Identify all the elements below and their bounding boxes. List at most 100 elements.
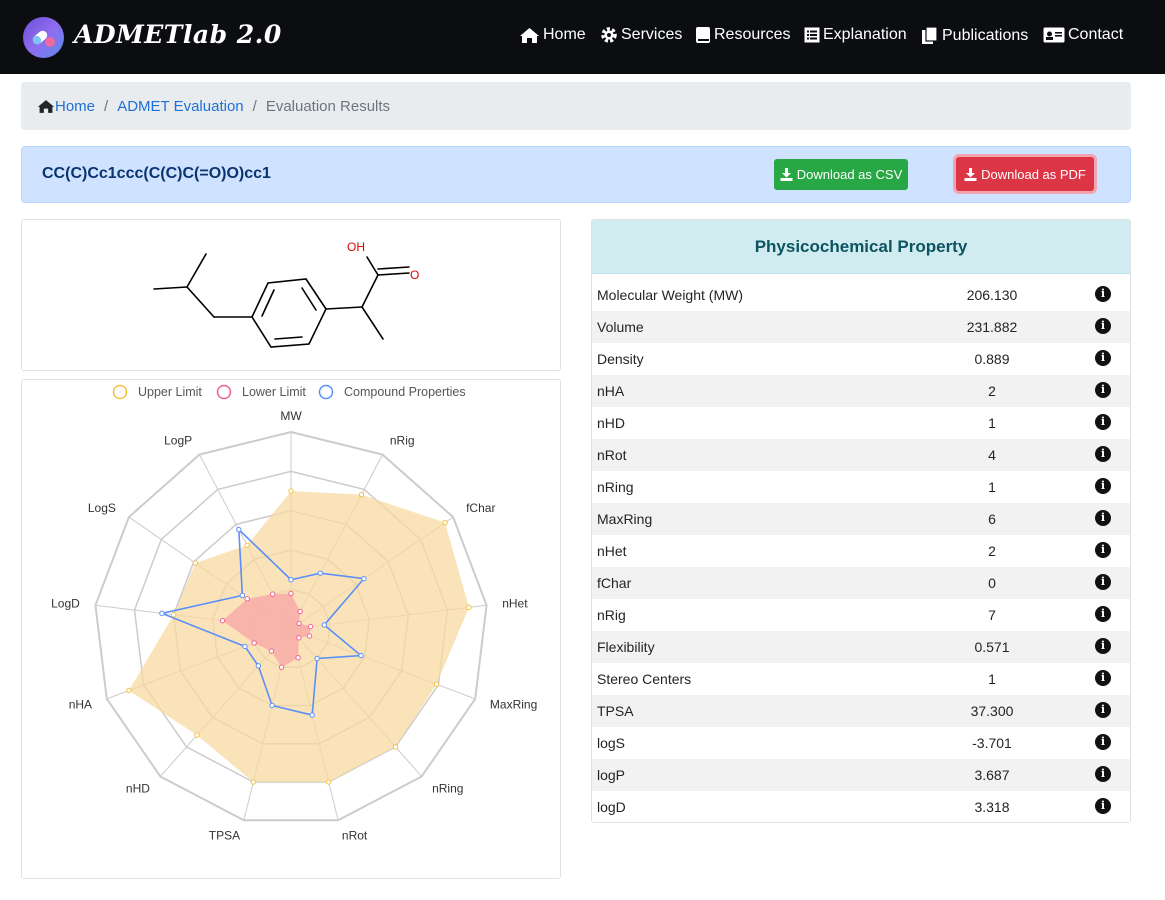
home-icon [520, 27, 539, 43]
nav-contact[interactable]: Contact [1043, 26, 1123, 44]
data-point [433, 681, 440, 687]
data-point [358, 652, 364, 659]
table-row: Stereo Centers 1 i [592, 663, 1130, 695]
nav-services-label: Services [621, 26, 683, 43]
info-icon[interactable]: i [1095, 286, 1111, 302]
axis-label: nHA [69, 697, 92, 711]
property-value: 2 [988, 543, 996, 559]
home-icon[interactable] [37, 99, 55, 114]
download-csv-label: Download as CSV [796, 167, 903, 182]
axis-label: LogD [51, 596, 80, 610]
data-point [296, 620, 302, 627]
info-icon[interactable]: i [1095, 702, 1111, 718]
info-icon[interactable]: i [1095, 318, 1111, 334]
logo-pill-icon[interactable] [23, 17, 64, 58]
property-name: TPSA [597, 703, 634, 719]
data-point [326, 779, 332, 785]
info-icon[interactable]: i [1095, 350, 1111, 366]
table-row: Density 0.889 i [592, 343, 1130, 375]
legend-marker[interactable] [318, 384, 334, 400]
axis-label: MaxRing [490, 697, 537, 711]
info-icon[interactable]: i [1095, 446, 1111, 462]
atom-o-label: O [410, 268, 419, 282]
axis-label: MW [280, 409, 302, 423]
info-icon[interactable]: i [1095, 542, 1111, 558]
info-icon[interactable]: i [1095, 734, 1111, 750]
info-icon[interactable]: i [1095, 766, 1111, 782]
property-name: logS [597, 735, 626, 751]
data-point [244, 596, 250, 602]
property-name: logD [597, 799, 626, 815]
info-icon[interactable]: i [1095, 382, 1111, 398]
table-row: nHA 2 i [592, 375, 1130, 407]
property-value: 1 [988, 671, 996, 687]
table-row: Molecular Weight (MW) 206.130 i [592, 279, 1130, 311]
list-icon [804, 27, 820, 43]
data-point [159, 610, 165, 617]
radar-chart-card: MW nRig fChar nHet MaxRing nRing nRot TPSA nHD nH… [21, 379, 561, 879]
data-point [278, 664, 285, 670]
atom-oh-label: OH [347, 240, 365, 254]
download-icon [780, 168, 793, 181]
data-point [269, 702, 275, 709]
download-csv-button[interactable]: Download as CSV [774, 159, 908, 190]
data-point [358, 491, 365, 498]
data-point [288, 488, 294, 494]
legend-marker[interactable] [216, 384, 232, 400]
legend-label[interactable]: Compound Properties [344, 385, 466, 399]
brand-title[interactable]: ADMETlab 2.0 [74, 20, 282, 49]
data-point [466, 604, 472, 611]
data-point [242, 643, 248, 650]
info-icon[interactable]: i [1095, 478, 1111, 494]
property-value: 3.318 [974, 799, 1010, 815]
property-value: 231.882 [966, 319, 1018, 335]
legend-label[interactable]: Lower Limit [242, 385, 306, 399]
info-icon[interactable]: i [1095, 574, 1111, 590]
download-icon [964, 167, 977, 181]
property-value: 37.300 [970, 703, 1014, 719]
data-point [361, 575, 367, 582]
download-pdf-button[interactable]: Download as PDF [956, 157, 1094, 191]
table-row: nRing 1 i [592, 471, 1130, 503]
table-title: Physicochemical Property [592, 220, 1130, 274]
nav-explanation[interactable]: Explanation [804, 26, 907, 44]
info-icon[interactable]: i [1095, 638, 1111, 654]
property-value: 0.889 [974, 351, 1010, 367]
book-icon [696, 27, 710, 43]
table-row: logD 3.318 i [592, 791, 1130, 822]
breadcrumb-admet-link[interactable]: ADMET Evaluation [117, 98, 243, 115]
axis-label: nHet [502, 596, 528, 610]
property-name: nHet [597, 543, 627, 559]
physicochemical-property-table: Physicochemical Property Molecular Weigh… [591, 219, 1131, 823]
data-point [219, 617, 226, 624]
property-name: Flexibility [597, 639, 655, 655]
axis-label: nRing [432, 781, 463, 795]
nav-services[interactable]: Services [600, 26, 682, 44]
table-row: nHet 2 i [592, 535, 1130, 567]
data-point [269, 591, 276, 597]
legend-marker[interactable] [112, 384, 128, 400]
info-icon[interactable]: i [1095, 798, 1111, 814]
nav-home[interactable]: Home [519, 26, 586, 44]
data-point [306, 633, 313, 639]
legend-label[interactable]: Upper Limit [138, 385, 202, 399]
info-icon[interactable]: i [1095, 414, 1111, 430]
info-icon[interactable]: i [1095, 606, 1111, 622]
data-point [255, 663, 262, 669]
radar-chart: MW nRig fChar nHet MaxRing nRing nRot TPSA nHD nH… [51, 384, 537, 843]
property-value: 4 [988, 447, 996, 463]
data-point [170, 612, 177, 618]
gear-icon [601, 27, 617, 43]
breadcrumb-home-link[interactable]: Home [55, 98, 95, 115]
nav-resources[interactable]: Resources [695, 26, 790, 44]
axis-label: nRot [342, 829, 368, 843]
property-value: 1 [988, 415, 996, 431]
property-name: fChar [597, 575, 632, 591]
info-icon[interactable]: i [1095, 510, 1111, 526]
navbar: ADMETlab 2.0 Home Services Resources Exp… [0, 0, 1165, 74]
property-value: 3.687 [974, 767, 1010, 783]
nav-publications[interactable]: Publications [921, 26, 1028, 45]
data-point [194, 732, 200, 738]
info-icon[interactable]: i [1095, 670, 1111, 686]
data-point [244, 542, 250, 548]
